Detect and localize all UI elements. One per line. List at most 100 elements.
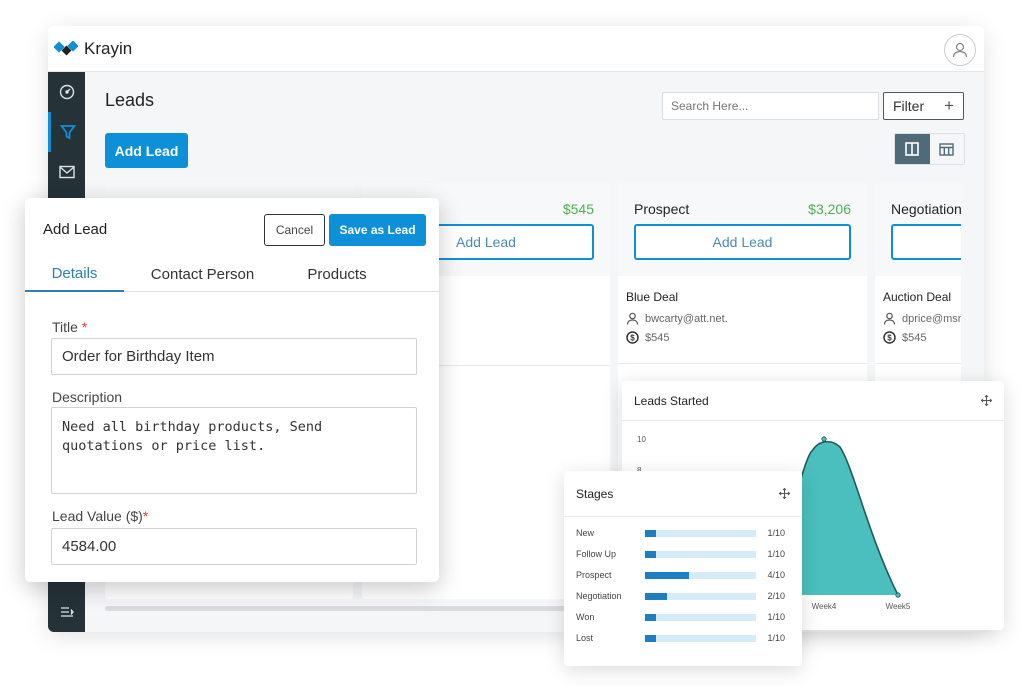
stage-progress-fill bbox=[645, 551, 657, 558]
funnel-icon bbox=[60, 125, 76, 140]
stage-row: Lost 1/10 bbox=[576, 632, 790, 646]
gauge-icon bbox=[59, 84, 74, 100]
stage-name: Won bbox=[576, 612, 595, 622]
tab-details[interactable]: Details bbox=[25, 256, 124, 292]
lead-card-value: $545 bbox=[645, 331, 670, 344]
data-point[interactable] bbox=[821, 436, 827, 442]
stage-name: Negotiation bbox=[576, 591, 622, 601]
stage-count: 2/10 bbox=[767, 591, 785, 601]
title-label-text: Title bbox=[52, 319, 78, 335]
column-name: Prospect bbox=[634, 201, 690, 217]
column-header: Prospect $3,206 Add Lead bbox=[618, 183, 867, 276]
widget-header: Leads Started bbox=[622, 381, 1004, 421]
view-toggle bbox=[894, 133, 965, 165]
stage-row: Follow Up 1/10 bbox=[576, 548, 790, 562]
top-bar: Krayin bbox=[48, 26, 984, 72]
dollar-icon: $ bbox=[626, 331, 639, 344]
stage-progress-fill bbox=[645, 593, 668, 600]
lead-card-contact: bwcarty@att.net. bbox=[645, 312, 728, 325]
stage-count: 1/10 bbox=[767, 612, 785, 622]
lead-card-title: Auction Deal bbox=[883, 290, 952, 304]
stage-progress-fill bbox=[645, 635, 657, 642]
add-lead-modal: Add Lead Cancel Save as Lead Details Con… bbox=[25, 198, 439, 582]
tab-contact-person[interactable]: Contact Person bbox=[124, 256, 281, 292]
filter-label: Filter bbox=[893, 98, 925, 114]
stage-progress-bar bbox=[645, 593, 756, 600]
title-label: Title * bbox=[52, 319, 87, 335]
cancel-button[interactable]: Cancel bbox=[264, 214, 325, 246]
sidebar-item-mail[interactable] bbox=[48, 152, 85, 192]
description-textarea[interactable]: Need all birthday products, Send quotati… bbox=[51, 407, 417, 494]
stage-row: Negotiation 2/10 bbox=[576, 590, 790, 604]
y-tick-label: 10 bbox=[637, 435, 646, 444]
column-total: $545 bbox=[562, 201, 594, 217]
lead-value-label-text: Lead Value ($) bbox=[52, 508, 143, 524]
stage-count: 4/10 bbox=[767, 570, 785, 580]
column-add-lead-button[interactable] bbox=[891, 224, 961, 260]
column-add-lead-button[interactable]: Add Lead bbox=[634, 224, 851, 260]
table-icon bbox=[939, 142, 954, 156]
search-input[interactable] bbox=[662, 92, 879, 120]
stage-name: Prospect bbox=[576, 570, 612, 580]
x-tick-label: Week5 bbox=[886, 602, 911, 611]
stage-progress-bar bbox=[645, 551, 756, 558]
sidebar-item-leads[interactable] bbox=[48, 112, 85, 152]
svg-text:$: $ bbox=[887, 333, 892, 342]
sidebar-item-dashboard[interactable] bbox=[48, 72, 85, 112]
column-name: Negotiation bbox=[891, 201, 961, 217]
lead-card[interactable]: Blue Deal bwcarty@att.net. $ $545 bbox=[618, 276, 867, 364]
stage-progress-fill bbox=[645, 572, 690, 579]
description-label: Description bbox=[52, 389, 123, 405]
tab-products[interactable]: Products bbox=[281, 256, 393, 292]
stage-row: Prospect 4/10 bbox=[576, 569, 790, 583]
column-header: Negotiation bbox=[875, 183, 961, 276]
data-point[interactable] bbox=[895, 592, 901, 598]
required-mark: * bbox=[81, 319, 88, 335]
filter-button[interactable]: Filter + bbox=[883, 92, 964, 120]
widget-title: Stages bbox=[576, 486, 614, 501]
add-lead-button[interactable]: Add Lead bbox=[105, 133, 188, 168]
lead-card-contact: dprice@msn bbox=[902, 312, 961, 325]
lead-card[interactable]: Auction Deal dprice@msn $ $545 bbox=[875, 276, 961, 364]
dollar-icon: $ bbox=[883, 331, 896, 344]
stage-progress-bar bbox=[645, 635, 756, 642]
stage-count: 1/10 bbox=[767, 633, 785, 643]
save-as-lead-button[interactable]: Save as Lead bbox=[329, 214, 426, 246]
widget-header: Stages bbox=[564, 471, 802, 517]
sidebar-toggle[interactable] bbox=[48, 592, 85, 632]
user-avatar[interactable] bbox=[944, 34, 976, 66]
plus-icon: + bbox=[944, 96, 954, 115]
user-icon bbox=[952, 42, 968, 58]
column-total: $3,206 bbox=[808, 201, 851, 217]
stage-count: 1/10 bbox=[767, 549, 785, 559]
move-icon[interactable] bbox=[779, 488, 790, 499]
svg-text:$: $ bbox=[630, 333, 635, 342]
stage-progress-bar bbox=[645, 572, 756, 579]
required-mark: * bbox=[142, 508, 149, 524]
kanban-view-button[interactable] bbox=[895, 134, 930, 164]
stage-progress-bar bbox=[645, 530, 756, 537]
columns-icon bbox=[905, 142, 920, 156]
lead-card-value: $545 bbox=[902, 331, 927, 344]
move-icon[interactable] bbox=[981, 395, 992, 406]
stage-name: New bbox=[576, 528, 595, 538]
table-view-button[interactable] bbox=[929, 134, 964, 164]
brand-logo[interactable]: Krayin bbox=[54, 39, 132, 59]
lead-value-label: Lead Value ($)* bbox=[52, 508, 148, 524]
krayin-logo-icon bbox=[54, 41, 78, 56]
stage-name: Follow Up bbox=[576, 549, 617, 559]
modal-tabs: Details Contact Person Products bbox=[25, 256, 439, 292]
stage-count: 1/10 bbox=[767, 528, 785, 538]
widget-title: Leads Started bbox=[634, 393, 709, 408]
modal-title: Add Lead bbox=[43, 221, 108, 238]
stage-name: Lost bbox=[576, 633, 594, 643]
stage-progress-fill bbox=[645, 530, 657, 537]
lead-card-title: Blue Deal bbox=[626, 290, 679, 304]
lead-value-input[interactable]: 4584.00 bbox=[51, 528, 417, 565]
stage-row: Won 1/10 bbox=[576, 611, 790, 625]
stage-progress-fill bbox=[645, 614, 657, 621]
title-input[interactable]: Order for Birthday Item bbox=[51, 338, 417, 375]
brand-name: Krayin bbox=[84, 39, 133, 58]
page-title: Leads bbox=[105, 90, 155, 110]
x-tick-label: Week4 bbox=[812, 602, 837, 611]
